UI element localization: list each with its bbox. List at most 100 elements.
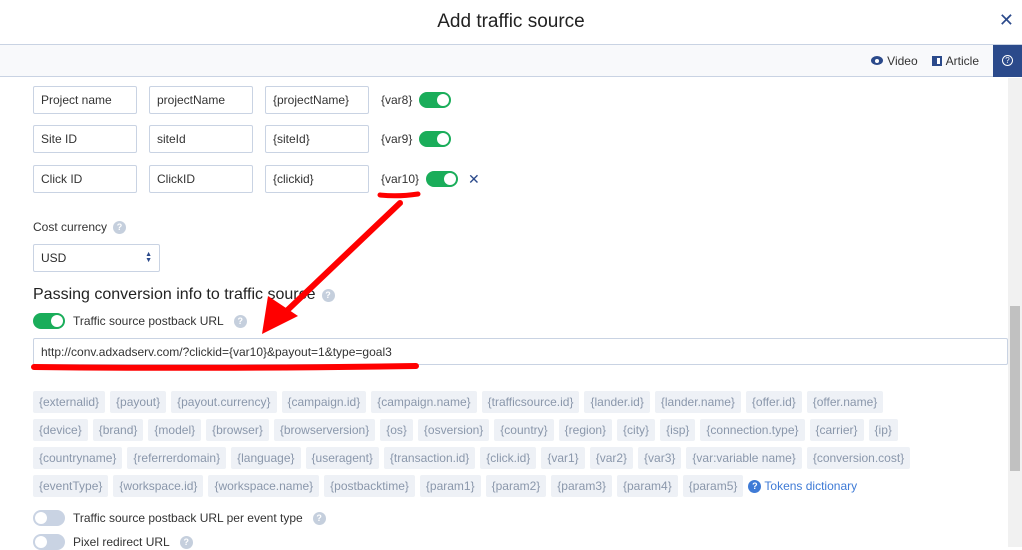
per-event-row: Traffic source postback URL per event ty… [33,510,326,526]
token-chip[interactable]: {transaction.id} [383,447,476,469]
help-icon[interactable]: ? [321,288,335,302]
token-chip[interactable]: {workspace.name} [208,475,320,497]
token-chip[interactable]: {payout} [110,391,167,413]
token-chip[interactable]: {campaign.name} [371,391,477,413]
article-link[interactable]: Article [931,53,979,68]
token-list: {externalid} {payout} {payout.currency} {ca… [33,391,915,503]
variable-name-input[interactable]: Project name [33,86,137,114]
token-chip[interactable]: {workspace.id} [113,475,204,497]
close-icon[interactable]: ✕ [999,10,1014,31]
question-icon: ? [1002,55,1013,66]
variable-param-input[interactable]: siteId [149,125,253,153]
token-chip[interactable]: {click.id} [480,447,537,469]
cost-currency-value: USD [41,251,67,265]
token-chip[interactable]: {param5} [682,475,744,497]
token-chip[interactable]: {postbacktime} [324,475,415,497]
token-chip[interactable]: {offer.name} [806,391,884,413]
token-chip[interactable]: {trafficsource.id} [481,391,580,413]
token-chip[interactable]: {useragent} [305,447,379,469]
variable-name-input[interactable]: Click ID [33,165,137,193]
question-icon: ? [748,479,762,493]
token-chip[interactable]: {lander.name} [654,391,741,413]
dialog-title: Add traffic source [437,11,585,32]
variable-toggle[interactable] [419,92,452,108]
token-chip[interactable]: {browser} [206,419,269,441]
token-chip[interactable]: {param2} [485,475,547,497]
token-chip[interactable]: {referrerdomain} [127,447,227,469]
token-chip[interactable]: {brand} [92,419,144,441]
per-event-toggle[interactable] [33,510,65,526]
token-chip[interactable]: {os} [380,419,413,441]
token-chip[interactable]: {var2} [589,447,634,469]
token-row: {countryname} {referrerdomain} {language}{… [33,447,915,469]
token-row: {device} {brand} {model} {browser} {browserv… [33,419,915,441]
help-button[interactable]: ? [993,44,1022,77]
variable-param-input[interactable]: projectName [149,86,253,114]
token-chip[interactable]: {payout.currency} [171,391,277,413]
eye-icon [871,56,884,65]
variable-slot: {var10} [381,172,420,186]
token-chip[interactable]: {param4} [617,475,678,497]
help-icon[interactable]: ? [312,511,326,525]
video-label: Video [887,53,918,68]
token-chip[interactable]: {city} [617,419,656,441]
token-chip[interactable]: {region} [558,419,613,441]
variable-param-input[interactable]: ClickID [149,165,253,193]
token-chip[interactable]: {var:variable name} [686,447,802,469]
token-chip[interactable]: {countryname} [33,447,123,469]
video-link[interactable]: Video [871,53,918,68]
token-chip[interactable]: {param1} [419,475,481,497]
section-title: Passing conversion info to traffic sourc… [33,286,316,303]
book-icon [931,55,942,66]
token-chip[interactable]: {ip} [868,419,898,441]
scrollbar-thumb[interactable] [1010,306,1020,471]
article-label: Article [945,53,979,68]
token-chip[interactable]: {conversion.cost} [806,447,911,469]
token-chip[interactable]: {param3} [551,475,612,497]
postback-url-input[interactable]: http://conv.adxadserv.com/?clickid={var1… [33,338,1008,365]
variable-toggle[interactable] [419,131,452,147]
cost-currency-label: Cost currency [33,220,108,234]
token-chip[interactable]: {device} [33,419,88,441]
updown-icon: ▲ ▼ [145,251,152,264]
per-event-label: Traffic source postback URL per event ty… [73,511,303,525]
token-chip[interactable]: {model} [148,419,202,441]
variable-slot: {var8} [381,93,413,107]
dialog-content: Project name projectName {projectName} {… [0,78,1008,550]
postback-label: Traffic source postback URL [73,314,224,328]
token-chip[interactable]: {country} [494,419,554,441]
help-icon[interactable]: ? [233,314,247,328]
token-chip[interactable]: {offer.id} [745,391,802,413]
help-icon[interactable]: ? [113,220,127,234]
help-bar: Video Article ? [0,44,1022,77]
postback-toggle[interactable] [33,313,65,329]
variable-token-input[interactable]: {projectName} [265,86,369,114]
token-chip[interactable]: {osversion} [417,419,490,441]
variable-toggle[interactable] [426,171,459,187]
token-chip[interactable]: {language} [231,447,301,469]
remove-variable-icon[interactable]: ✕ [468,171,480,188]
section-heading: Passing conversion info to traffic sourc… [33,286,335,304]
token-chip[interactable]: {isp} [660,419,696,441]
token-chip[interactable]: {connection.type} [700,419,805,441]
variable-name-input[interactable]: Site ID [33,125,137,153]
dialog-header: Add traffic source ✕ [0,0,1022,45]
token-chip[interactable]: {carrier} [809,419,864,441]
cost-currency-label-row: Cost currency ? [33,220,127,234]
token-chip[interactable]: {campaign.id} [281,391,367,413]
token-chip[interactable]: {eventType} [33,475,109,497]
token-chip[interactable]: {browserversion} [273,419,376,441]
tokens-dictionary-link[interactable]: ? Tokens dictionary [748,479,857,493]
token-row: {externalid} {payout} {payout.currency} {ca… [33,391,915,413]
variable-slot: {var9} [381,132,413,146]
tokens-dictionary-label: Tokens dictionary [764,479,858,493]
pixel-toggle[interactable] [33,534,65,550]
token-chip[interactable]: {var3} [638,447,682,469]
variable-token-input[interactable]: {siteId} [265,125,369,153]
variable-token-input[interactable]: {clickid} [265,165,369,193]
token-chip[interactable]: {externalid} [33,391,106,413]
token-chip[interactable]: {lander.id} [584,391,650,413]
token-chip[interactable]: {var1} [541,447,585,469]
cost-currency-select[interactable]: USD ▲ ▼ [33,244,160,272]
scrollbar[interactable] [1008,78,1022,547]
